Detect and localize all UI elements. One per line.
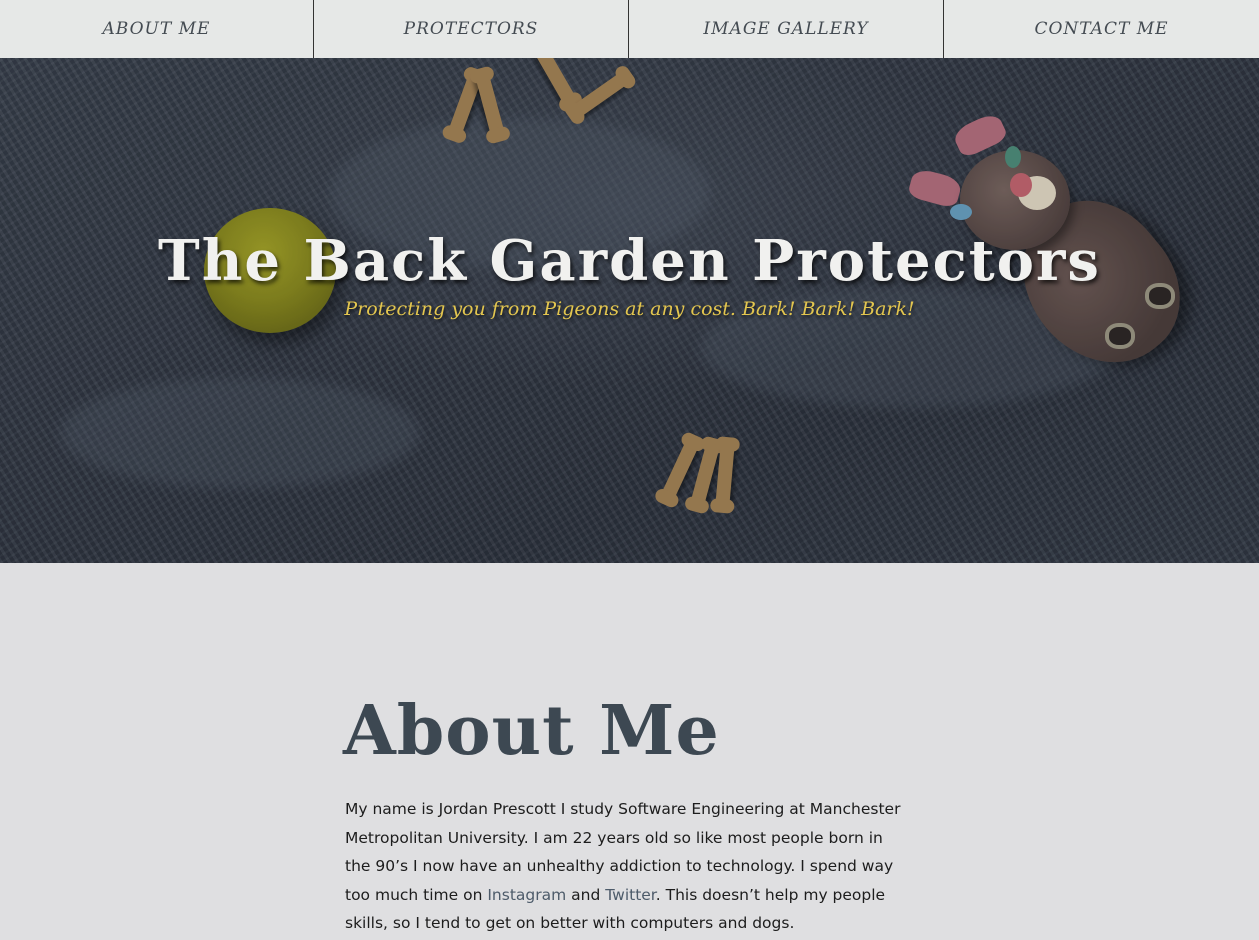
- site-tagline: Protecting you from Pigeons at any cost.…: [344, 298, 915, 320]
- about-text-part: and: [566, 885, 606, 904]
- nav-image-gallery[interactable]: IMAGE GALLERY: [629, 0, 944, 58]
- site-title: The Back Garden Protectors: [158, 228, 1101, 294]
- hero-banner: The Back Garden Protectors Protecting yo…: [0, 58, 1259, 563]
- instagram-link[interactable]: Instagram: [487, 886, 566, 904]
- nav-about-me[interactable]: ABOUT ME: [0, 0, 314, 58]
- top-navigation: ABOUT ME PROTECTORS IMAGE GALLERY CONTAC…: [0, 0, 1259, 58]
- nav-contact-me[interactable]: CONTACT ME: [944, 0, 1259, 58]
- about-section: About Me My name is Jordan Prescott I st…: [0, 563, 1259, 940]
- nav-protectors[interactable]: PROTECTORS: [314, 0, 629, 58]
- about-paragraph: My name is Jordan Prescott I study Softw…: [345, 795, 910, 938]
- about-heading: About Me: [343, 691, 720, 771]
- twitter-link[interactable]: Twitter: [605, 886, 656, 904]
